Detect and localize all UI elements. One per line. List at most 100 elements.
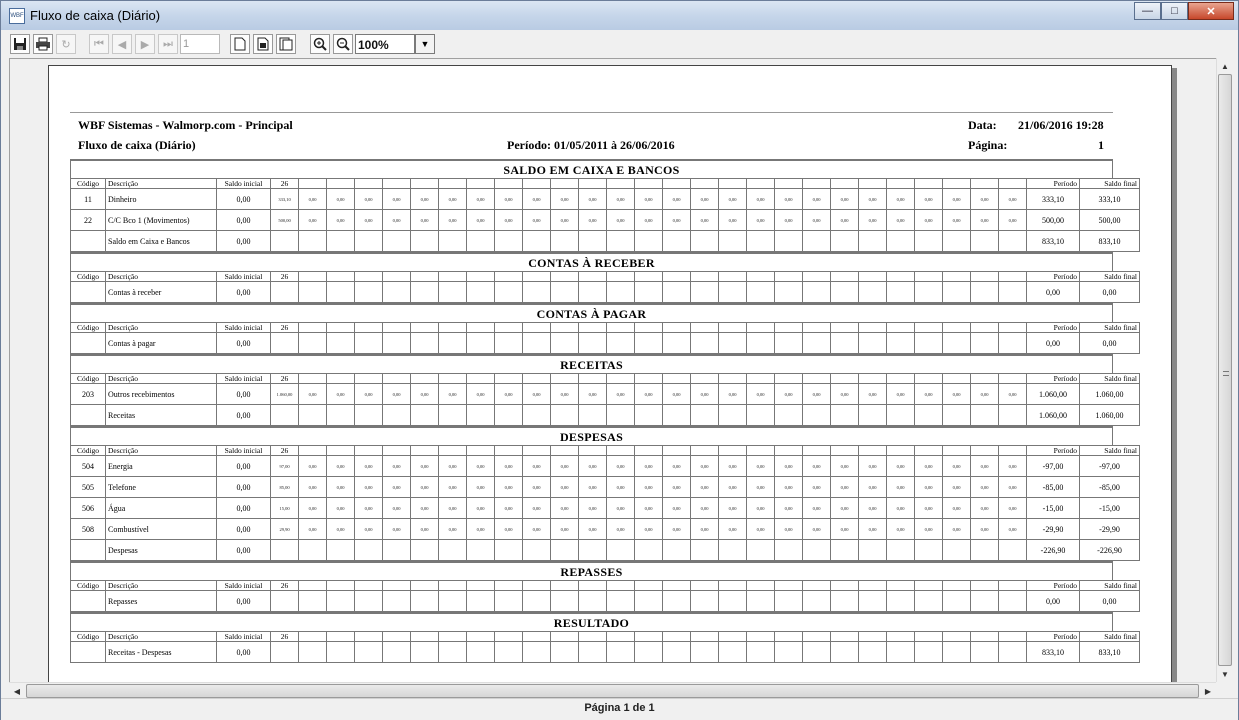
cell-day-value bbox=[326, 590, 355, 612]
column-header-blank bbox=[354, 322, 383, 333]
cell-saldo-final: -97,00 bbox=[1079, 455, 1140, 477]
column-header-codigo: Código bbox=[70, 373, 106, 384]
cell-day-value: 0,00 bbox=[298, 188, 327, 210]
zoom-out-icon bbox=[336, 37, 350, 51]
cell-saldo-inicial: 0,00 bbox=[216, 281, 271, 303]
horizontal-scrollbar[interactable]: ◀ ▶ bbox=[9, 682, 1216, 698]
cell-day-value: 0,00 bbox=[578, 209, 607, 231]
column-header-blank bbox=[802, 580, 831, 591]
page-number-input[interactable]: 1 bbox=[180, 34, 220, 54]
section-title: CONTAS À PAGAR bbox=[70, 303, 1113, 322]
single-page-button[interactable] bbox=[230, 34, 250, 54]
column-header-blank bbox=[718, 271, 747, 282]
cell-saldo-final: 833,10 bbox=[1079, 641, 1140, 663]
cell-day-value bbox=[550, 404, 579, 426]
scroll-down-icon[interactable]: ▼ bbox=[1217, 666, 1233, 682]
horizontal-scroll-thumb[interactable] bbox=[26, 684, 1199, 698]
cell-day-value bbox=[830, 590, 859, 612]
cell-day-value: 0,00 bbox=[550, 518, 579, 540]
scroll-up-icon[interactable]: ▲ bbox=[1217, 58, 1233, 74]
column-header-blank bbox=[690, 631, 719, 642]
cell-day-value: 0,00 bbox=[354, 383, 383, 405]
cell-periodo: 500,00 bbox=[1026, 209, 1080, 231]
minimize-button[interactable]: — bbox=[1134, 2, 1161, 20]
column-header-blank bbox=[802, 178, 831, 189]
cell-day-value: 0,00 bbox=[382, 383, 411, 405]
cell-day-value bbox=[830, 230, 859, 252]
column-header-blank bbox=[606, 373, 635, 384]
cell-day-value: 0,00 bbox=[438, 518, 467, 540]
scroll-right-icon[interactable]: ▶ bbox=[1200, 683, 1216, 699]
column-header-blank bbox=[970, 445, 999, 456]
column-header-blank bbox=[662, 445, 691, 456]
column-header-blank bbox=[858, 631, 887, 642]
zoom-level-select[interactable]: 100% bbox=[355, 34, 415, 54]
column-header-blank bbox=[886, 178, 915, 189]
page-width-button[interactable] bbox=[253, 34, 273, 54]
column-header-blank bbox=[410, 445, 439, 456]
column-header-blank bbox=[382, 322, 411, 333]
print-button[interactable] bbox=[33, 34, 53, 54]
cell-day-value bbox=[326, 404, 355, 426]
next-page-button[interactable]: ▶ bbox=[135, 34, 155, 54]
cell-descricao: Telefone bbox=[105, 476, 217, 498]
column-header-blank bbox=[494, 445, 523, 456]
close-button[interactable]: ✕ bbox=[1188, 2, 1234, 20]
cell-day-value bbox=[858, 332, 887, 354]
cell-day-value: 0,00 bbox=[942, 497, 971, 519]
cell-periodo: 833,10 bbox=[1026, 641, 1080, 663]
zoom-out-button[interactable] bbox=[333, 34, 353, 54]
cell-day-value bbox=[690, 404, 719, 426]
cell-day-value: 0,00 bbox=[690, 476, 719, 498]
maximize-button[interactable]: □ bbox=[1161, 2, 1188, 20]
cell-day-value bbox=[774, 230, 803, 252]
cell-day-value bbox=[886, 332, 915, 354]
column-header-blank bbox=[942, 373, 971, 384]
cell-day-value bbox=[606, 590, 635, 612]
vertical-scroll-thumb[interactable] bbox=[1218, 74, 1232, 666]
column-header-blank bbox=[634, 322, 663, 333]
cell-day-value: 0,00 bbox=[746, 497, 775, 519]
toolbar: ↻ ⏮ ◀ ▶ ⏭ 1 100% ▼ bbox=[1, 30, 1238, 58]
previous-page-button[interactable]: ◀ bbox=[112, 34, 132, 54]
column-header-blank bbox=[522, 631, 551, 642]
cell-day-value bbox=[690, 230, 719, 252]
cell-day-value: 0,00 bbox=[914, 383, 943, 405]
cell-day-value bbox=[970, 590, 999, 612]
cell-day-value bbox=[522, 281, 551, 303]
column-header-blank bbox=[354, 445, 383, 456]
multiple-pages-button[interactable] bbox=[276, 34, 296, 54]
save-button[interactable] bbox=[10, 34, 30, 54]
zoom-dropdown-button[interactable]: ▼ bbox=[415, 34, 435, 54]
cell-day-value: 0,00 bbox=[998, 476, 1027, 498]
column-header-blank bbox=[466, 631, 495, 642]
cell-day-value: 0,00 bbox=[998, 383, 1027, 405]
cell-day-value: 0,00 bbox=[746, 188, 775, 210]
zoom-in-button[interactable] bbox=[310, 34, 330, 54]
cell-day-value: 0,00 bbox=[326, 188, 355, 210]
cell-day-value: 0,00 bbox=[326, 497, 355, 519]
column-header-blank bbox=[718, 580, 747, 591]
cell-day-value: 0,00 bbox=[606, 188, 635, 210]
column-header-blank bbox=[438, 373, 467, 384]
cell-day-value bbox=[494, 641, 523, 663]
report-viewport[interactable]: WBF Sistemas - Walmorp.com - Principal F… bbox=[9, 58, 1216, 682]
column-header-blank bbox=[382, 445, 411, 456]
cell-day-value: 0,00 bbox=[914, 476, 943, 498]
cell-day-value bbox=[606, 332, 635, 354]
column-header-blank bbox=[410, 373, 439, 384]
last-page-button[interactable]: ⏭ bbox=[158, 34, 178, 54]
cell-day-value bbox=[438, 590, 467, 612]
title-bar[interactable]: WBF Fluxo de caixa (Diário) — □ ✕ bbox=[1, 1, 1238, 30]
cell-day-value bbox=[942, 281, 971, 303]
column-header-blank bbox=[494, 580, 523, 591]
refresh-button[interactable]: ↻ bbox=[56, 34, 76, 54]
first-page-button[interactable]: ⏮ bbox=[89, 34, 109, 54]
cell-day-value: 0,00 bbox=[942, 455, 971, 477]
vertical-scrollbar[interactable]: ▲ ▼ bbox=[1216, 58, 1232, 682]
cell-codigo: 22 bbox=[70, 209, 106, 231]
cell-descricao: Despesas bbox=[105, 539, 217, 561]
scroll-left-icon[interactable]: ◀ bbox=[9, 683, 25, 699]
cell-day-value: 0,00 bbox=[326, 518, 355, 540]
column-header-blank bbox=[774, 580, 803, 591]
